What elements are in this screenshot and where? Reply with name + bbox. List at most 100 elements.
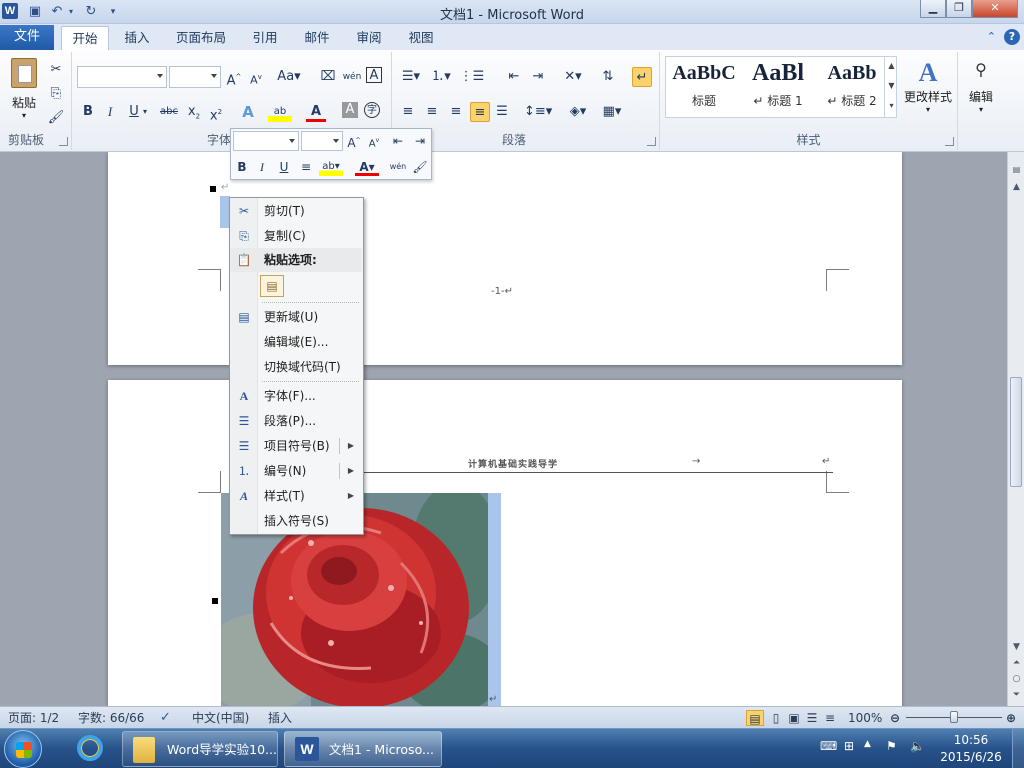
style-heading-2[interactable]: AaBb ↵ 标题 2 (816, 58, 888, 114)
tab-view[interactable]: 视图 (399, 26, 443, 50)
volume-icon[interactable]: 🔈 (910, 739, 925, 753)
ime-icon[interactable]: ⊞ (844, 739, 854, 753)
mini-decrease-indent-icon[interactable]: ⇤ (389, 132, 407, 150)
submenu-arrow-icon[interactable]: ▶ (348, 434, 354, 458)
print-layout-icon[interactable]: ▤ (746, 710, 764, 726)
font-name-combo[interactable] (77, 66, 167, 88)
mini-format-painter-icon[interactable]: 🖌 (411, 158, 429, 176)
outline-view-icon[interactable]: ☰ (804, 710, 820, 726)
mini-italic-icon[interactable]: I (253, 158, 271, 176)
change-styles-button[interactable]: A 更改样式 ▾ (900, 58, 956, 114)
mini-grow-font-icon[interactable]: A^ (345, 132, 363, 150)
browse-object-icon[interactable]: ○ (1011, 674, 1022, 685)
menu-item-font[interactable]: A 字体(F)... (231, 384, 362, 408)
document-area[interactable]: ↵ -1-↵ 计算机基础实践导学 → ↵ ↵ (0, 152, 1007, 706)
submenu-arrow-icon[interactable]: ▶ (348, 459, 354, 483)
menu-item-paragraph[interactable]: ☰ 段落(P)... (231, 409, 362, 433)
tab-review[interactable]: 审阅 (347, 26, 391, 50)
change-case-icon[interactable]: Aa▾ (276, 67, 302, 87)
tab-home[interactable]: 开始 (61, 26, 109, 50)
phonetic-guide-icon[interactable]: wén (342, 67, 362, 87)
shrink-font-icon[interactable]: Av (246, 67, 266, 87)
font-color-icon[interactable]: A (306, 102, 326, 122)
word-count[interactable]: 字数: 66/66 (78, 710, 144, 726)
zoom-slider-track[interactable] (906, 711, 1002, 723)
menu-item-bullets[interactable]: ☰ 项目符号(B) ▶ (231, 434, 362, 458)
numbering-icon[interactable]: ⒈▾ (428, 67, 454, 87)
tab-mailings[interactable]: 邮件 (295, 26, 339, 50)
tab-insert[interactable]: 插入 (115, 26, 159, 50)
page-2[interactable]: 计算机基础实践导学 → ↵ ↵ (108, 380, 902, 706)
page-indicator[interactable]: 页面: 1/2 (8, 710, 59, 726)
ie-pinned-icon[interactable] (70, 732, 110, 766)
character-border-icon[interactable]: A (366, 67, 382, 83)
mini-center-icon[interactable]: ≡ (297, 158, 315, 176)
align-left-icon[interactable]: ≡ (398, 102, 418, 122)
mini-font-name-combo[interactable] (233, 131, 299, 151)
styles-dialog-launcher[interactable] (945, 137, 954, 146)
help-icon[interactable]: ? (1004, 29, 1020, 45)
menu-item-styles[interactable]: A 样式(T) ▶ (231, 484, 362, 508)
menu-item-toggle-field-codes[interactable]: 切换域代码(T) (231, 355, 362, 379)
clear-formatting-icon[interactable]: ⌧ (318, 67, 338, 87)
decrease-indent-icon[interactable]: ⇤ (504, 67, 524, 87)
page-1[interactable]: ↵ -1-↵ (108, 152, 902, 365)
menu-item-update-field[interactable]: ▤ 更新域(U) (231, 305, 362, 329)
multilevel-list-icon[interactable]: ⋮☰ (458, 67, 486, 87)
align-center-icon[interactable]: ≡ (422, 102, 442, 122)
vertical-scrollbar[interactable]: ▤ ▲ ▼ ⏶ ○ ⏷ (1007, 152, 1024, 706)
close-button[interactable]: ✕ (972, 0, 1018, 18)
format-painter-icon[interactable]: 🖌 (46, 108, 66, 128)
collapse-ribbon-icon[interactable]: ⌃ (987, 30, 996, 43)
zoom-in-icon[interactable]: ⊕ (1004, 710, 1018, 726)
mini-font-color-icon[interactable]: A▾ (355, 158, 379, 176)
character-shading-icon[interactable]: A (342, 102, 358, 118)
style-heading[interactable]: AaBbC 标题 (668, 58, 740, 114)
menu-item-copy[interactable]: ⎘ 复制(C) (231, 224, 362, 248)
proofing-icon[interactable]: ✓ (160, 710, 171, 726)
menu-item-cut[interactable]: ✂ 剪切(T) (231, 199, 362, 223)
scroll-up-icon[interactable]: ▲ (1011, 182, 1022, 193)
action-center-icon[interactable]: ⚑ (886, 739, 897, 753)
tab-references[interactable]: 引用 (243, 26, 287, 50)
distributed-icon[interactable]: ☰ (492, 102, 512, 122)
mini-shrink-font-icon[interactable]: Av (365, 132, 383, 150)
copy-icon[interactable]: ⎘ (46, 84, 66, 104)
menu-item-insert-symbol[interactable]: 插入符号(S) (231, 509, 362, 533)
line-spacing-icon[interactable]: ↕≡▾ (524, 102, 552, 122)
language-indicator[interactable]: 中文(中国) (192, 710, 249, 726)
ruler-toggle-icon[interactable]: ▤ (1011, 164, 1022, 175)
sort-icon[interactable]: ⇅ (598, 67, 618, 87)
align-right-icon[interactable]: ≡ (446, 102, 466, 122)
bullets-icon[interactable]: ☰▾ (398, 67, 424, 87)
show-formatting-marks-icon[interactable]: ↵ (632, 67, 652, 87)
maximize-button[interactable]: ❐ (946, 0, 972, 18)
tab-file[interactable]: 文件 (0, 25, 54, 50)
header-text[interactable]: 计算机基础实践导学 (468, 457, 558, 470)
mini-underline-icon[interactable]: U (275, 158, 293, 176)
styles-scroll[interactable]: ▲ ▼ ▾ (884, 56, 898, 118)
zoom-level[interactable]: 100% (848, 710, 882, 726)
zoom-slider-thumb[interactable] (950, 711, 958, 723)
previous-page-icon[interactable]: ⏶ (1011, 658, 1022, 669)
scroll-down-icon[interactable]: ▼ (1011, 642, 1022, 653)
paragraph-dialog-launcher[interactable] (647, 137, 656, 146)
borders-icon[interactable]: ▦▾ (598, 102, 626, 122)
insert-mode[interactable]: 插入 (268, 710, 292, 726)
clipboard-dialog-launcher[interactable] (59, 137, 68, 146)
next-page-icon[interactable]: ⏷ (1011, 690, 1022, 701)
style-heading-1[interactable]: AaBl ↵ 标题 1 (742, 58, 814, 114)
minimize-button[interactable]: ▁ (920, 0, 946, 18)
paste-button[interactable]: 粘贴 ▾ (8, 58, 40, 120)
keyboard-icon[interactable]: ⌨ (820, 739, 837, 753)
grow-font-icon[interactable]: A^ (224, 67, 244, 88)
draft-view-icon[interactable]: ≡ (822, 710, 838, 726)
taskbar-explorer-window[interactable]: Word导学实验10... (122, 731, 278, 767)
mini-font-size-combo[interactable] (301, 131, 343, 151)
show-desktop-button[interactable] (1012, 729, 1024, 768)
mini-highlight-icon[interactable]: ab▾ (319, 158, 343, 176)
editing-button[interactable]: ⚲ 编辑 ▾ (960, 60, 1002, 114)
full-screen-reading-icon[interactable]: ▯ (768, 710, 784, 726)
taskbar-word-window[interactable]: W 文档1 - Microso... (284, 731, 442, 767)
shading-icon[interactable]: ◈▾ (564, 102, 592, 122)
